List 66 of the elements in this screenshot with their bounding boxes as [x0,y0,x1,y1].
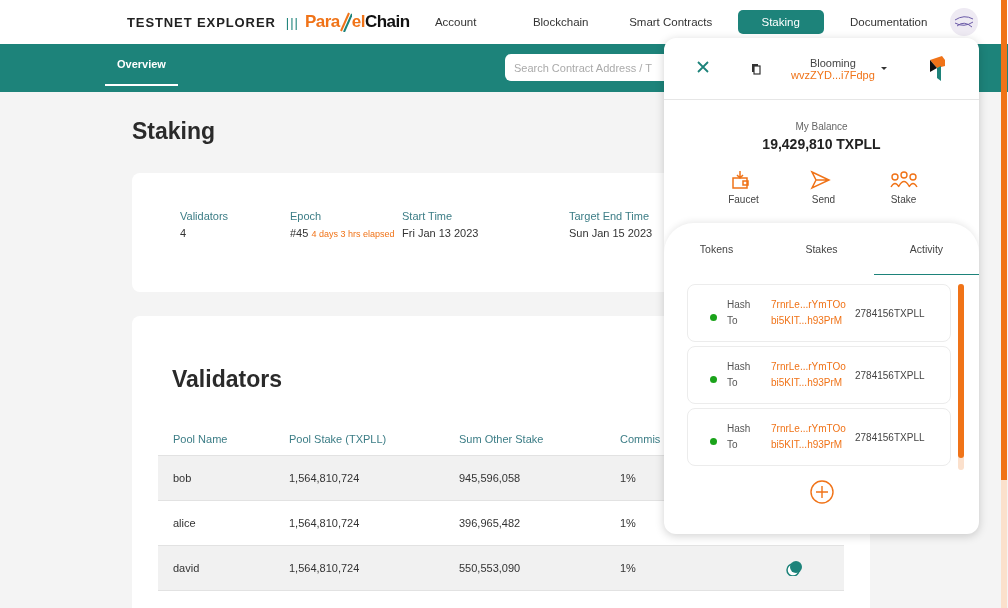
stat-value: Sun Jan 15 2023 [569,226,654,241]
amount-text: 2784156TXPLL [855,369,925,381]
table-cell: 1% [620,517,636,529]
stat-value: Fri Jan 13 2023 [402,226,480,241]
nav-tab[interactable]: Documentation [835,10,942,34]
column-header: Pool Name [173,433,228,445]
table-cell: 945,596,058 [459,472,521,484]
hash-label: Hash [727,360,752,374]
balance-value: 19,429,810 TXPLL [761,136,882,152]
caret-icon[interactable] [880,67,887,70]
to-label: To [727,314,739,328]
table-cell: 1% [620,472,636,484]
nav-tab[interactable]: Blockchain [517,10,604,34]
column-header: Commis [620,433,661,445]
brand-title: TESTNET EXPLORER [127,14,276,30]
column-header: Pool Stake (TXPLL) [289,433,387,445]
nav-tab[interactable]: Staking [737,10,824,34]
status-dot [710,375,717,383]
hash-label: Hash [727,298,752,312]
hash-label: Hash [727,422,752,436]
wallet-tab[interactable]: Tokens [664,223,769,275]
amount-text: 2784156TXPLL [855,431,925,443]
table-cell: 396,965,482 [459,517,521,529]
copy-icon[interactable] [751,62,761,75]
amount-text: 2784156TXPLL [855,307,925,319]
status-dot [710,437,717,445]
table-cell: 1,564,810,724 [289,517,360,529]
table-cell: 550,553,090 [459,562,521,574]
brand-logo: Para elChain [304,12,410,32]
nav-tab[interactable]: Smart Contracts [615,10,726,34]
separator: ||| [285,14,299,30]
overview-tab[interactable]: Overview [105,44,178,86]
action-button[interactable]: Send [803,170,844,205]
table-cell: 1,564,810,724 [289,562,360,574]
stat-label: Epoch [290,210,323,222]
stat-value: #45 4 days 3 hrs elapsed [290,226,396,241]
people-icon [889,170,918,190]
wallet-tab[interactable]: Activity [874,223,979,275]
stat-label: Validators [180,210,230,222]
balance-label: My Balance [794,121,849,132]
avatar-icon[interactable] [949,8,978,36]
to-label: To [727,438,739,452]
wallet-tab[interactable]: Stakes [769,223,874,275]
page-title: Staking [132,118,216,145]
scrollbar[interactable] [1001,0,1007,608]
to-label: To [727,376,739,390]
nav-tab[interactable]: Account [415,10,496,34]
status-dot [710,313,717,321]
table-cell: david [173,562,200,574]
table-cell: bob [173,472,192,484]
close-icon [697,61,709,73]
stat-label: Start Time [402,210,454,222]
network-name: Blooming [809,56,856,69]
column-header: Sum Other Stake [459,433,544,445]
add-button[interactable] [809,480,834,507]
stat-label: Target End Time [569,210,651,222]
plus-icon [809,480,834,504]
table-cell: 1% [620,562,636,574]
action-button[interactable]: Stake [883,170,924,205]
scrollbar[interactable] [958,284,964,470]
action-button[interactable]: Faucet [723,170,764,205]
table-cell: alice [173,517,196,529]
section-title: Validators [172,366,282,393]
stat-value: 4 [180,226,188,241]
coins-icon[interactable] [786,560,802,576]
table-cell: 1,564,810,724 [289,472,360,484]
